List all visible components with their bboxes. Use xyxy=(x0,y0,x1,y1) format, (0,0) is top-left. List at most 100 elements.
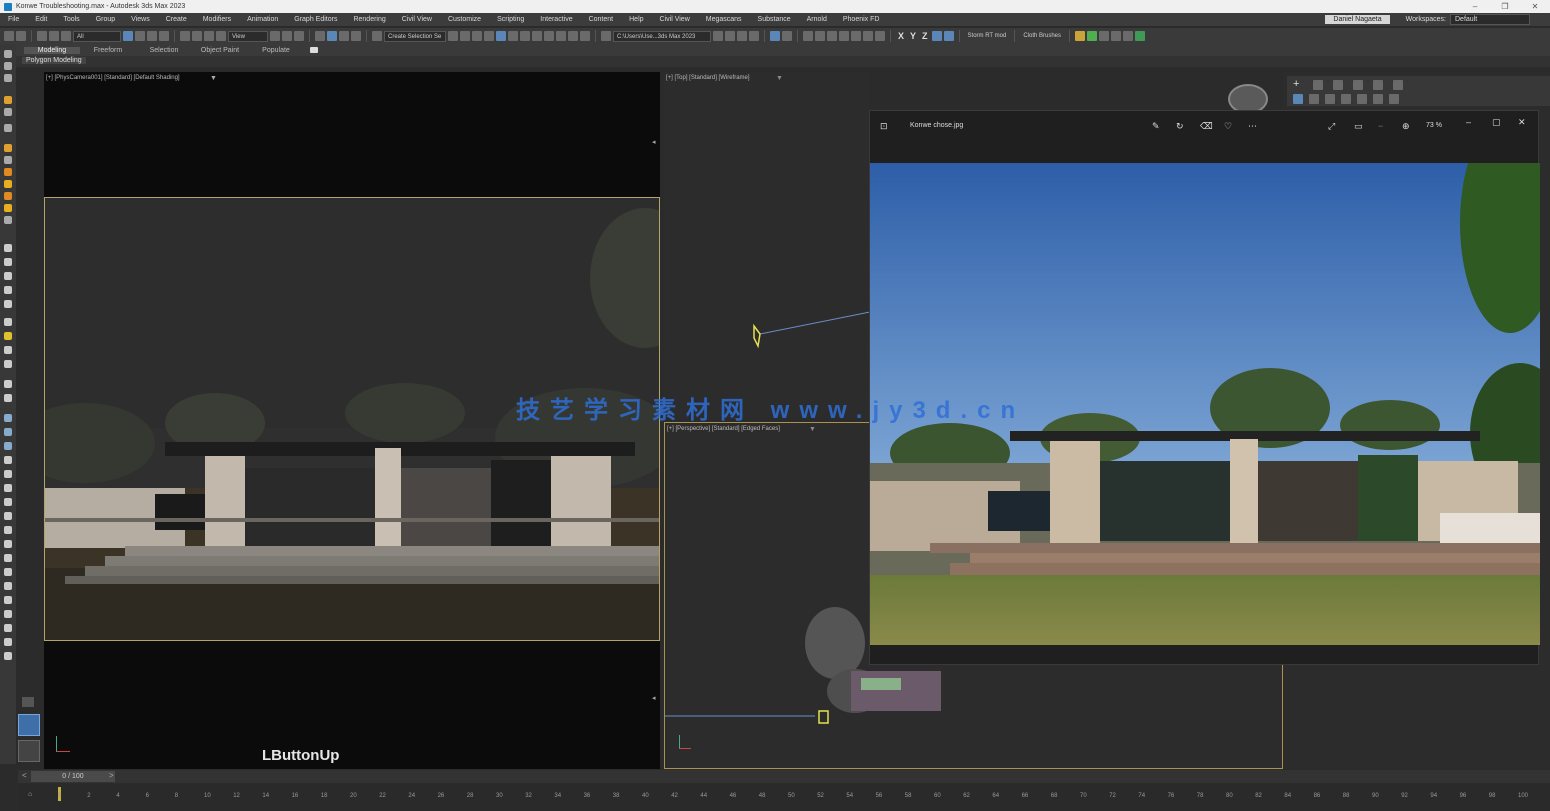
cameras-icon[interactable] xyxy=(1341,94,1351,104)
viewport-layout-toggle-icon[interactable] xyxy=(22,697,34,707)
plugin-icon[interactable] xyxy=(1111,31,1122,41)
top-viewport[interactable]: [+] [Top] [Standard] [Wireframe] ▼ xyxy=(664,72,870,418)
menu-phoenix-fd[interactable]: Phoenix FD xyxy=(835,16,888,23)
time-slider[interactable]: < 0 / 100 > xyxy=(18,770,1550,783)
place-icon[interactable] xyxy=(216,31,226,41)
percent-snap-icon[interactable] xyxy=(339,31,349,41)
shapes-icon[interactable] xyxy=(1309,94,1319,104)
menu-rendering[interactable]: Rendering xyxy=(345,16,393,23)
delete-icon[interactable]: ⌫ xyxy=(1200,121,1213,131)
misc-tool-icon[interactable] xyxy=(875,31,885,41)
tool-icon[interactable] xyxy=(4,582,12,590)
actual-size-icon[interactable]: ▭ xyxy=(1354,121,1363,131)
window-crossing-icon[interactable] xyxy=(159,31,169,41)
align-icon[interactable] xyxy=(460,31,470,41)
tab-freeform[interactable]: Freeform xyxy=(80,47,136,54)
link-icon[interactable] xyxy=(37,31,47,41)
zoom-out-icon[interactable]: − xyxy=(1378,121,1383,131)
plugin-icon[interactable] xyxy=(1075,31,1086,41)
tool-icon[interactable] xyxy=(4,180,12,188)
bind-space-warp-icon[interactable] xyxy=(61,31,71,41)
helpers-icon[interactable] xyxy=(1357,94,1367,104)
axis-z-button[interactable]: Z xyxy=(920,31,930,41)
tool-icon[interactable] xyxy=(4,216,12,224)
tool-icon[interactable] xyxy=(4,204,12,212)
menu-civil-view-2[interactable]: Civil View xyxy=(652,16,698,23)
scene-explorer-icon[interactable] xyxy=(472,31,482,41)
menu-tools[interactable]: Tools xyxy=(55,16,87,23)
new-scene-icon[interactable] xyxy=(749,31,759,41)
vray-icon[interactable] xyxy=(1087,31,1098,41)
menu-customize[interactable]: Customize xyxy=(440,16,489,23)
tool-icon[interactable] xyxy=(4,394,12,402)
undo-icon[interactable] xyxy=(4,31,14,41)
render-production-icon[interactable] xyxy=(568,31,578,41)
menu-megascans[interactable]: Megascans xyxy=(698,16,750,23)
tool-icon[interactable] xyxy=(4,272,12,280)
cloth-brushes-button[interactable]: Cloth Brushes xyxy=(1020,33,1064,39)
plugin-icon[interactable] xyxy=(1099,31,1110,41)
schematic-view-icon[interactable] xyxy=(520,31,530,41)
tool-icon[interactable] xyxy=(4,124,12,132)
rotate-icon[interactable]: ↻ xyxy=(1176,121,1184,131)
hierarchy-tab-icon[interactable] xyxy=(1333,80,1343,90)
tool-icon[interactable] xyxy=(4,498,12,506)
snaps-toggle-icon[interactable] xyxy=(315,31,325,41)
filter-icon[interactable]: ▼ xyxy=(210,75,217,82)
save-icon[interactable] xyxy=(725,31,735,41)
viewport-layout-active-icon[interactable] xyxy=(18,714,40,736)
tab-populate[interactable]: Populate xyxy=(248,47,304,54)
tool-icon[interactable] xyxy=(4,428,12,436)
menu-civil-view[interactable]: Civil View xyxy=(394,16,440,23)
tool-icon[interactable] xyxy=(4,156,12,164)
menu-arnold[interactable]: Arnold xyxy=(799,16,835,23)
tool-icon[interactable] xyxy=(4,540,12,548)
menu-scripting[interactable]: Scripting xyxy=(489,16,532,23)
tool-icon[interactable] xyxy=(4,512,12,520)
open-icon[interactable] xyxy=(737,31,747,41)
polygon-modeling-label[interactable]: Polygon Modeling xyxy=(22,57,86,64)
fullscreen-icon[interactable]: ⤢ xyxy=(1328,121,1335,131)
tool-icon[interactable] xyxy=(4,568,12,576)
misc-tool-icon[interactable] xyxy=(863,31,873,41)
tool-icon[interactable] xyxy=(4,596,12,604)
menu-create[interactable]: Create xyxy=(158,16,195,23)
menu-group[interactable]: Group xyxy=(88,16,123,23)
unlink-icon[interactable] xyxy=(49,31,59,41)
arnold-render-icon[interactable] xyxy=(770,31,780,41)
tool-icon[interactable] xyxy=(4,318,12,326)
tool-icon[interactable] xyxy=(4,244,12,252)
tab-modeling[interactable]: Modeling xyxy=(24,46,80,54)
space-warps-icon[interactable] xyxy=(1373,94,1383,104)
tool-icon[interactable] xyxy=(4,192,12,200)
tool-icon[interactable] xyxy=(4,414,12,422)
track-bar[interactable]: ⌂ 0 2 4 6 8 10 12 14 16 18 20 22 24 26 28 30 32 34 36 38 40 4… xyxy=(18,785,1550,811)
time-slider-thumb[interactable]: 0 / 100 xyxy=(31,771,115,782)
misc-tool-icon[interactable] xyxy=(815,31,825,41)
menu-animation[interactable]: Animation xyxy=(239,16,286,23)
keyboard-shortcut-override-icon[interactable] xyxy=(294,31,304,41)
lights-icon[interactable] xyxy=(1325,94,1335,104)
menu-help[interactable]: Help xyxy=(621,16,651,23)
viewer-maximize-button[interactable]: ▢ xyxy=(1492,117,1501,127)
render-warning-icon[interactable] xyxy=(580,31,590,41)
arnold-check-icon[interactable] xyxy=(782,31,792,41)
utilities-tab-icon[interactable] xyxy=(1393,80,1403,90)
named-selection-dropdown[interactable]: Create Selection Se xyxy=(384,30,446,42)
tool-icon[interactable] xyxy=(4,624,12,632)
menu-content[interactable]: Content xyxy=(581,16,622,23)
gallery-icon[interactable]: ⊡ xyxy=(880,121,888,131)
edit-image-icon[interactable]: ✎ xyxy=(1152,121,1160,131)
time-next-icon[interactable]: > xyxy=(109,771,114,780)
display-tab-icon[interactable] xyxy=(1373,80,1383,90)
geometry-icon[interactable] xyxy=(1293,94,1303,104)
render-setup-icon[interactable] xyxy=(544,31,554,41)
viewport-resize-handle-icon[interactable]: ◂ xyxy=(652,694,656,702)
tool-icon[interactable] xyxy=(4,74,12,82)
plugin-icon[interactable] xyxy=(1123,31,1134,41)
tool-icon[interactable] xyxy=(4,526,12,534)
menu-substance[interactable]: Substance xyxy=(750,16,799,23)
misc-tool-icon[interactable] xyxy=(851,31,861,41)
tab-object-paint[interactable]: Object Paint xyxy=(192,47,248,54)
mirror-icon[interactable] xyxy=(448,31,458,41)
